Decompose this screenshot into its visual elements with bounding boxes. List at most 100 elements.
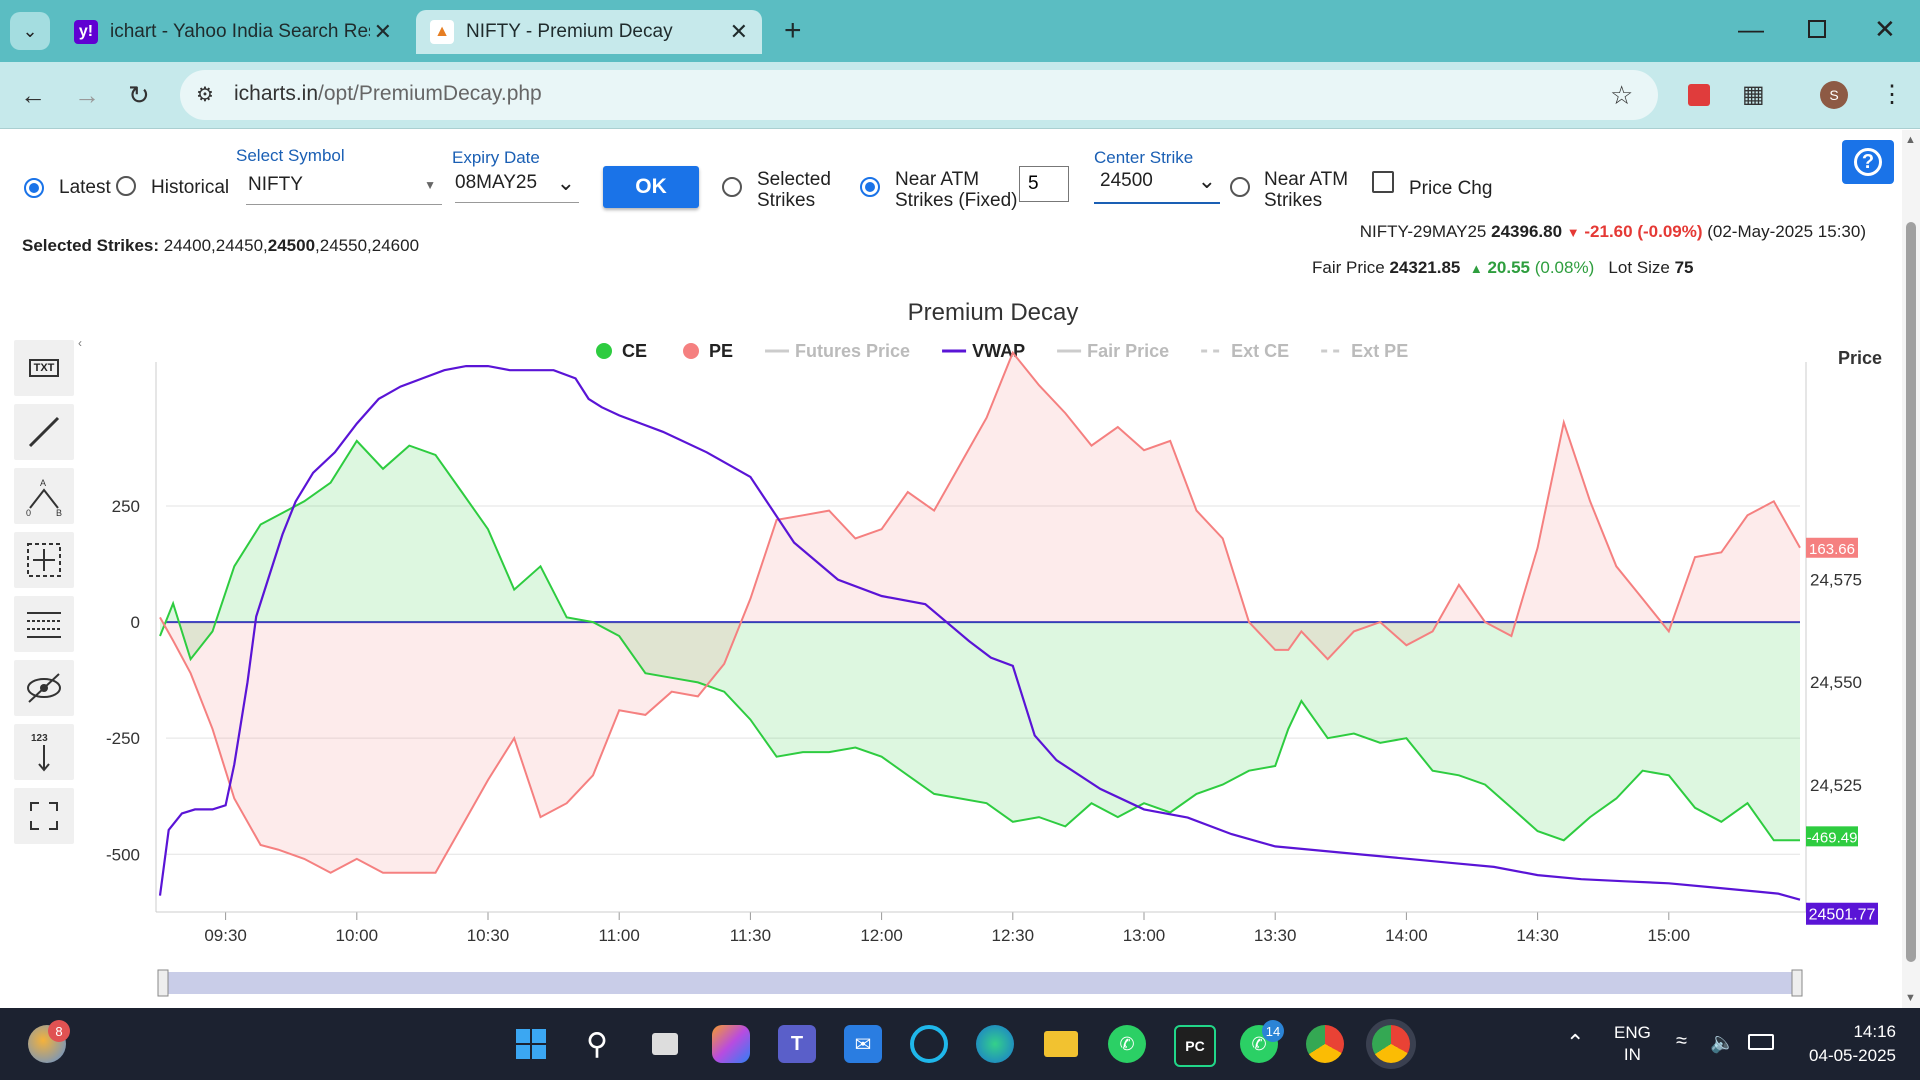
near-atm-radio[interactable] [1230, 177, 1250, 197]
legend-marker [596, 343, 612, 359]
search-icon[interactable]: ⚲ [578, 1025, 616, 1063]
close-tab-icon[interactable]: ✕ [374, 19, 392, 45]
chrome-icon[interactable] [1306, 1025, 1344, 1063]
navigator-right-handle[interactable] [1791, 969, 1803, 997]
center-strike-select[interactable]: 24500 ⌄ [1094, 168, 1220, 204]
symbol-select[interactable]: NIFTY ▼ [246, 174, 442, 205]
last-value-tags: 163.66 -469.49 24501.77 [1806, 537, 1878, 925]
site-info-icon[interactable]: ⚙ [196, 82, 214, 107]
alexa-icon[interactable] [910, 1025, 948, 1063]
x-tick-label: 11:00 [599, 926, 640, 945]
tab-premium-decay[interactable]: ▲ NIFTY - Premium Decay ✕ [416, 10, 762, 54]
navigator-range[interactable] [160, 972, 1798, 994]
chart-legend[interactable]: CE PE Futures Price VWAP Fair Price Ext CE Ext… [596, 341, 1408, 361]
expiry-value: 08MAY25 [455, 172, 538, 193]
profile-avatar[interactable]: S [1820, 81, 1848, 109]
chevron-down-icon: ⌄ [1197, 168, 1216, 193]
latest-radio[interactable] [24, 178, 44, 198]
pe-last-value: 163.66 [1809, 541, 1855, 558]
minimize-icon[interactable]: — [1738, 14, 1764, 45]
legend-item: PE [709, 341, 733, 361]
file-explorer-icon[interactable] [1042, 1025, 1080, 1063]
selected-strikes-radio[interactable] [722, 177, 742, 197]
page-scrollbar[interactable]: ▲ ▼ [1902, 130, 1920, 1008]
scrollbar-thumb[interactable] [1906, 222, 1916, 962]
tab-yahoo-search[interactable]: y! ichart - Yahoo India Search Resu ✕ [60, 10, 406, 54]
copilot-icon[interactable] [712, 1025, 750, 1063]
right-tick-label: 24,525 [1810, 776, 1862, 795]
menu-kebab-icon[interactable]: ⋮ [1880, 80, 1904, 109]
x-tick-label: 10:30 [467, 926, 510, 945]
clock-date: 04-05-2025 [1809, 1046, 1896, 1065]
pycharm-icon[interactable]: PC [1174, 1025, 1216, 1067]
expiry-select[interactable]: 08MAY25 ⌄ [455, 170, 579, 203]
question-mark-icon: ? [1854, 148, 1882, 176]
tab-title: ichart - Yahoo India Search Resu [110, 21, 370, 42]
clock[interactable]: 14:16 04-05-2025 [1796, 1020, 1896, 1068]
tab-search-button[interactable]: ⌄ [10, 12, 50, 50]
back-arrow-icon[interactable]: ← [20, 80, 46, 111]
url-domain: icharts.in [234, 82, 319, 105]
new-tab-button[interactable]: + [784, 14, 802, 48]
edge-icon[interactable] [976, 1025, 1014, 1063]
url-path: /opt/PremiumDecay.php [318, 82, 542, 105]
quote-symbol: NIFTY-29MAY25 [1359, 222, 1487, 241]
legend-item: Ext PE [1351, 341, 1408, 361]
right-tick-label: 24,575 [1810, 571, 1862, 590]
selected-strikes-line2: Strikes [757, 190, 816, 211]
x-tick-label: 11:30 [730, 926, 771, 945]
fair-price-value: 24321.85 [1389, 258, 1461, 277]
atm-count-input[interactable] [1019, 166, 1069, 202]
restore-icon[interactable] [1808, 20, 1826, 38]
center-strike-value: 24500 [1100, 170, 1153, 191]
extension-shield-icon[interactable] [1688, 84, 1710, 106]
language-indicator[interactable]: ENG IN [1614, 1022, 1651, 1066]
volume-icon[interactable]: 🔈 [1710, 1030, 1735, 1055]
url-text[interactable]: icharts.in/opt/PremiumDecay.php [234, 82, 542, 106]
scroll-down-arrow-icon[interactable]: ▼ [1905, 992, 1916, 1004]
near-atm-label: Near ATM Strikes [1264, 169, 1348, 211]
forward-arrow-icon[interactable]: → [74, 80, 100, 111]
bookmark-star-icon[interactable]: ☆ [1610, 80, 1633, 111]
close-tab-icon[interactable]: ✕ [730, 19, 748, 45]
chrome-profile-icon[interactable] [1372, 1025, 1410, 1063]
scroll-up-arrow-icon[interactable]: ▲ [1905, 134, 1916, 146]
x-tick-label: 10:00 [336, 926, 379, 945]
close-window-icon[interactable]: ✕ [1874, 14, 1896, 45]
teams-icon[interactable]: T [778, 1025, 816, 1063]
fair-change: 20.55 [1487, 258, 1530, 277]
language-line1: ENG [1614, 1023, 1651, 1042]
system-tray-chevron-icon[interactable]: ⌃ [1566, 1030, 1584, 1056]
whatsapp-icon[interactable]: ✆ [1108, 1025, 1146, 1063]
price-chg-checkbox[interactable] [1372, 171, 1394, 193]
mail-icon[interactable]: ✉ [844, 1025, 882, 1063]
clock-time: 14:16 [1853, 1022, 1896, 1041]
x-tick-label: 12:30 [992, 926, 1035, 945]
premium-decay-chart[interactable]: Premium Decay CE PE Futures Price VWAP Fair … [0, 280, 1900, 1006]
lot-size-value: 75 [1674, 258, 1694, 277]
dropdown-arrow-icon: ▼ [424, 178, 436, 192]
language-line2: IN [1623, 1045, 1641, 1064]
wifi-icon[interactable]: ≈ [1676, 1030, 1687, 1053]
near-atm-fixed-radio[interactable] [860, 177, 880, 197]
futures-quote: NIFTY-29MAY25 24396.80 ▼ -21.60 (-0.09%)… [1360, 222, 1866, 242]
x-tick-label: 13:30 [1254, 926, 1297, 945]
legend-marker [683, 343, 700, 359]
ok-button[interactable]: OK [603, 166, 699, 208]
down-triangle-icon: ▼ [1566, 225, 1580, 240]
legend-item: Futures Price [795, 341, 910, 361]
navigator-left-handle[interactable] [157, 969, 169, 997]
help-button[interactable]: ? [1842, 140, 1894, 184]
extensions-puzzle-icon[interactable]: ▦ [1742, 80, 1765, 109]
chart-title: Premium Decay [908, 299, 1079, 326]
yahoo-favicon-icon: y! [74, 20, 98, 44]
strikes-after: ,24550,24600 [315, 236, 420, 255]
up-triangle-icon: ▲ [1469, 261, 1483, 276]
start-windows-icon[interactable] [512, 1025, 550, 1063]
chevron-down-icon: ⌄ [22, 20, 38, 41]
task-view-icon[interactable] [646, 1025, 684, 1063]
historical-radio[interactable] [116, 176, 136, 196]
battery-icon[interactable] [1748, 1034, 1774, 1050]
reload-icon[interactable]: ↻ [128, 80, 150, 111]
left-tick-label: 0 [131, 613, 140, 632]
